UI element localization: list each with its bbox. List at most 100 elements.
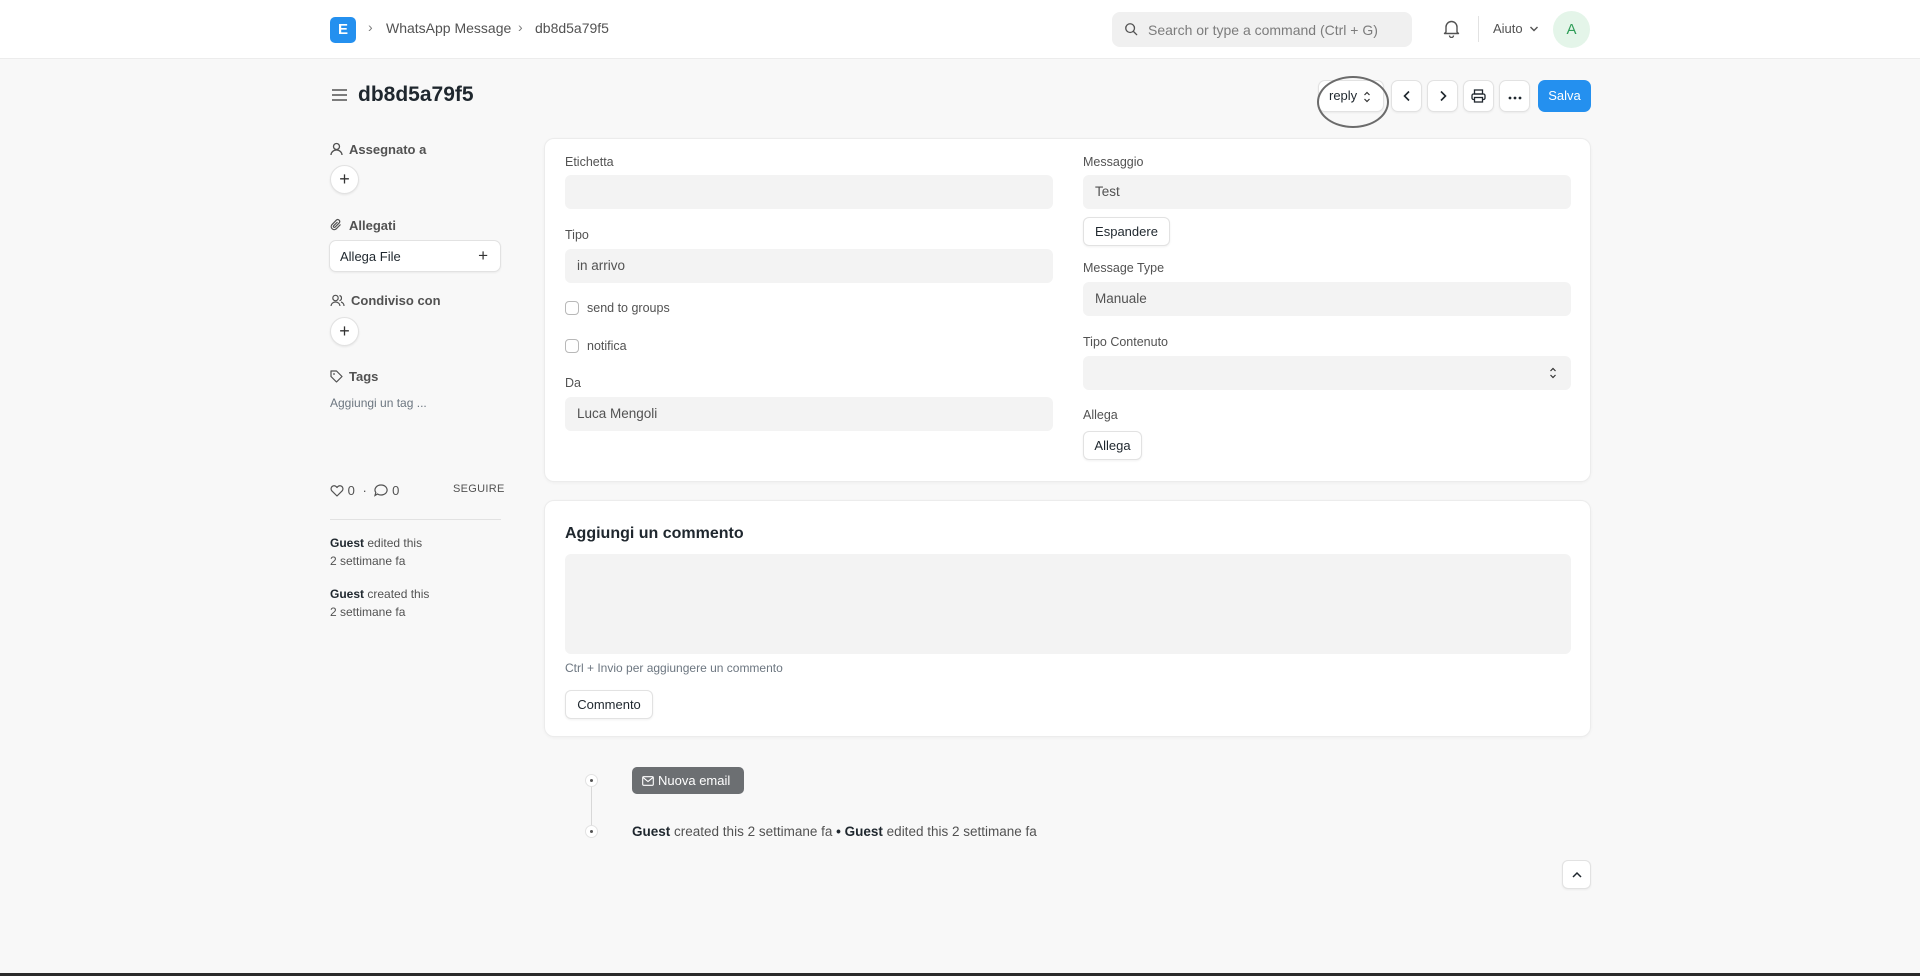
comment-input[interactable]	[565, 554, 1571, 654]
navbar: E › WhatsApp Message › db8d5a79f5 Aiuto …	[0, 0, 1920, 59]
activity-time: 2 settimane fa	[330, 554, 406, 568]
attach-button[interactable]: Allega	[1083, 431, 1142, 460]
tags-section: Tags	[330, 368, 378, 384]
activity-time: 2 settimane fa	[330, 605, 406, 619]
save-button[interactable]: Salva	[1538, 80, 1591, 112]
print-button[interactable]	[1463, 80, 1494, 112]
new-email-label: Nuova email	[658, 773, 731, 788]
search-bar[interactable]	[1112, 12, 1412, 47]
dot-separator: ·	[362, 483, 367, 498]
search-icon	[1125, 23, 1138, 36]
nav-divider	[1478, 16, 1479, 42]
notification-checkbox[interactable]	[565, 339, 579, 353]
heart-icon[interactable]	[330, 484, 344, 497]
reply-select[interactable]: reply	[1318, 80, 1384, 112]
printer-icon	[1471, 89, 1486, 103]
activity-item: Guest created this 2 settimane fa	[330, 585, 429, 621]
breadcrumb-current[interactable]: db8d5a79f5	[535, 20, 609, 36]
mail-icon	[642, 776, 654, 786]
page-title: db8d5a79f5	[358, 83, 474, 106]
comment-hint: Ctrl + Invio per aggiungere un commento	[565, 661, 783, 675]
chevron-right-icon: ›	[518, 19, 523, 35]
comment-icon[interactable]	[374, 484, 389, 497]
add-share-button[interactable]: +	[330, 317, 359, 346]
label-field-label: Etichetta	[565, 155, 614, 169]
assigned-to-section: Assegnato a	[330, 140, 426, 157]
comment-title: Aggiungi un commento	[565, 525, 744, 542]
from-field-label: Da	[565, 376, 581, 390]
attach-field-label: Allega	[1083, 408, 1118, 422]
timeline-action: created this 2 settimane fa	[674, 824, 833, 839]
add-tag-link[interactable]: Aggiungi un tag ...	[330, 396, 427, 410]
app-logo[interactable]: E	[330, 17, 356, 43]
content-type-select[interactable]	[1083, 356, 1571, 390]
activity-user: Guest	[330, 587, 365, 601]
content-type-label: Tipo Contenuto	[1083, 335, 1169, 349]
timeline-user: Guest	[844, 824, 883, 839]
tag-icon	[330, 370, 343, 383]
users-icon	[330, 294, 345, 307]
form-card: Etichetta Tipo in arrivo send to groups …	[544, 138, 1591, 482]
timeline-action: edited this 2 settimane fa	[886, 824, 1037, 839]
next-doc-button[interactable]	[1427, 80, 1458, 112]
help-dropdown[interactable]: Aiuto	[1493, 21, 1539, 36]
message-type-input[interactable]: Manuale	[1083, 282, 1571, 316]
chevron-down-icon	[1530, 26, 1539, 32]
attach-file-button[interactable]: Allega File +	[329, 240, 501, 272]
comments-count: 0	[392, 483, 400, 498]
type-field-input[interactable]: in arrivo	[565, 249, 1053, 283]
attach-file-label: Allega File	[340, 249, 401, 264]
sidebar-divider	[330, 519, 501, 520]
timeline-dot	[585, 774, 598, 787]
likes-count: 0	[347, 483, 355, 498]
chevron-up-icon	[1571, 871, 1582, 878]
previous-doc-button[interactable]	[1391, 80, 1422, 112]
shared-with-section: Condiviso con	[330, 292, 441, 308]
help-label: Aiuto	[1493, 21, 1523, 36]
paperclip-icon	[330, 219, 341, 231]
doc-stats: 0 · 0	[330, 482, 399, 498]
sidebar-toggle-icon[interactable]	[331, 88, 348, 102]
select-arrows-icon	[1364, 91, 1370, 103]
notification-label: notifica	[587, 339, 627, 353]
send-to-groups-label: send to groups	[587, 301, 670, 315]
scroll-to-top-button[interactable]	[1562, 860, 1591, 889]
assigned-to-label: Assegnato a	[349, 142, 427, 157]
plus-icon: +	[478, 246, 488, 265]
type-field-label: Tipo	[565, 228, 589, 242]
chevron-right-icon: ›	[368, 19, 373, 35]
select-arrows-icon	[1550, 367, 1556, 379]
tags-label: Tags	[349, 369, 379, 384]
more-horizontal-icon	[1508, 96, 1521, 100]
message-field-input[interactable]: Test	[1083, 175, 1571, 209]
reply-label: reply	[1329, 88, 1358, 103]
add-assignee-button[interactable]: +	[330, 165, 359, 194]
label-field-input[interactable]	[565, 175, 1053, 209]
search-input[interactable]	[1148, 12, 1403, 47]
timeline-line	[591, 781, 592, 831]
user-avatar[interactable]: A	[1553, 11, 1590, 48]
send-to-groups-checkbox[interactable]	[565, 301, 579, 315]
timeline-activity: Guest created this 2 settimane fa • Gues…	[632, 824, 1037, 839]
from-field-input[interactable]: Luca Mengoli	[565, 397, 1053, 431]
timeline-dot	[585, 825, 598, 838]
message-type-label: Message Type	[1083, 261, 1165, 275]
activity-action: edited this	[367, 536, 423, 550]
follow-button[interactable]: SEGUIRE	[453, 483, 505, 495]
expand-button[interactable]: Espandere	[1083, 217, 1170, 246]
attachments-section: Allegati	[330, 216, 396, 233]
timeline-user: Guest	[632, 824, 671, 839]
new-email-button[interactable]: Nuova email	[632, 767, 744, 794]
timeline-separator: •	[836, 824, 841, 839]
comment-button[interactable]: Commento	[565, 690, 653, 719]
chevron-left-icon	[1402, 90, 1410, 102]
activity-action: created this	[367, 587, 430, 601]
comment-card: Aggiungi un commento Ctrl + Invio per ag…	[544, 500, 1591, 737]
more-actions-button[interactable]	[1499, 80, 1530, 112]
breadcrumb-whatsapp-message[interactable]: WhatsApp Message	[386, 20, 511, 36]
shared-with-label: Condiviso con	[351, 293, 441, 308]
user-icon	[330, 142, 343, 156]
activity-user: Guest	[330, 536, 365, 550]
message-field-label: Messaggio	[1083, 155, 1144, 169]
notification-bell-icon[interactable]	[1443, 19, 1460, 38]
